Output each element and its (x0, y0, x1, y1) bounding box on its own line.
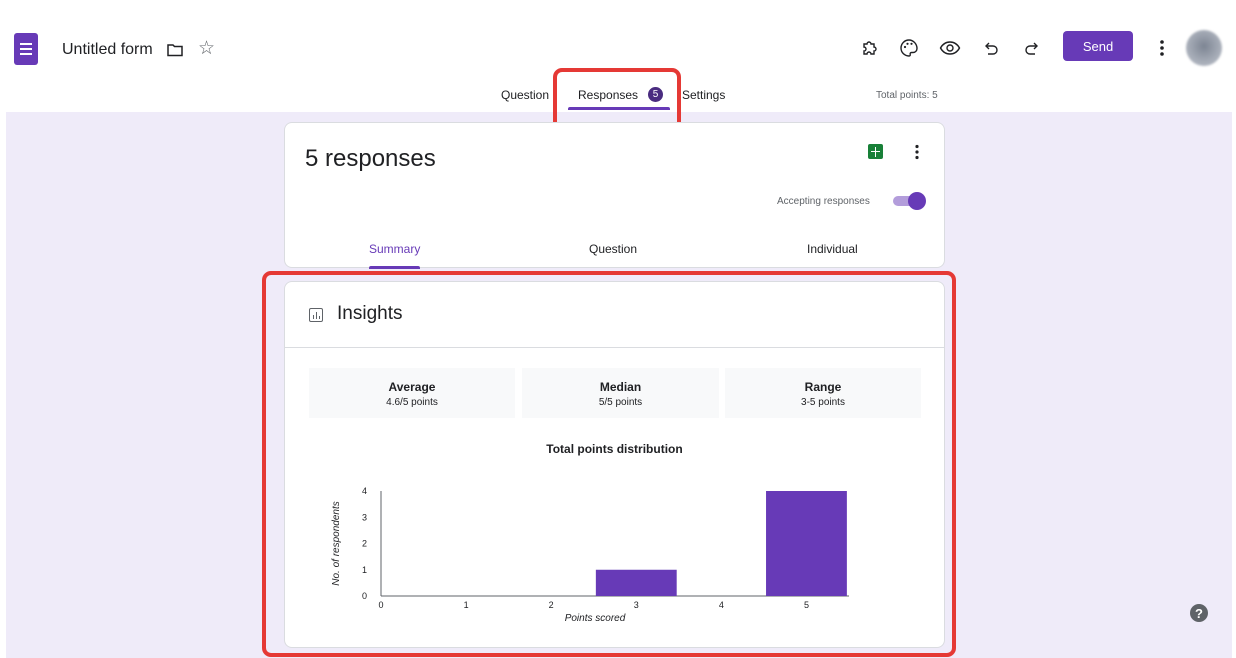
active-subtab-indicator (369, 266, 420, 269)
tab-settings[interactable]: Settings (682, 88, 725, 102)
responses-summary-card: 5 responses Accepting responses Summary … (284, 122, 945, 268)
preview-icon[interactable] (938, 36, 962, 60)
accepting-responses-label: Accepting responses (777, 196, 870, 207)
accepting-responses-toggle[interactable] (891, 194, 923, 208)
subtab-individual[interactable]: Individual (807, 242, 858, 256)
insights-highlight (262, 271, 956, 657)
folder-icon[interactable] (166, 41, 184, 59)
subtab-summary[interactable]: Summary (369, 242, 420, 256)
forms-logo-icon[interactable] (14, 33, 38, 65)
palette-icon[interactable] (897, 36, 921, 60)
form-title[interactable]: Untitled form (62, 41, 153, 59)
star-icon[interactable]: ☆ (198, 39, 215, 59)
more-vert-icon[interactable] (908, 143, 926, 161)
undo-icon[interactable] (979, 36, 1003, 60)
sheets-icon[interactable] (868, 144, 883, 159)
more-vert-icon[interactable] (1153, 36, 1171, 60)
send-button[interactable]: Send (1063, 31, 1133, 61)
top-bar: Untitled form ☆ Send (0, 28, 1236, 72)
subtab-question[interactable]: Question (589, 242, 637, 256)
avatar[interactable] (1186, 30, 1222, 66)
addons-icon[interactable] (858, 36, 882, 60)
responses-count: 5 responses (305, 145, 436, 173)
total-points-label: Total points: 5 (876, 90, 938, 101)
tab-questions[interactable]: Question (501, 88, 549, 102)
help-icon[interactable]: ? (1190, 604, 1208, 622)
redo-icon[interactable] (1020, 36, 1044, 60)
